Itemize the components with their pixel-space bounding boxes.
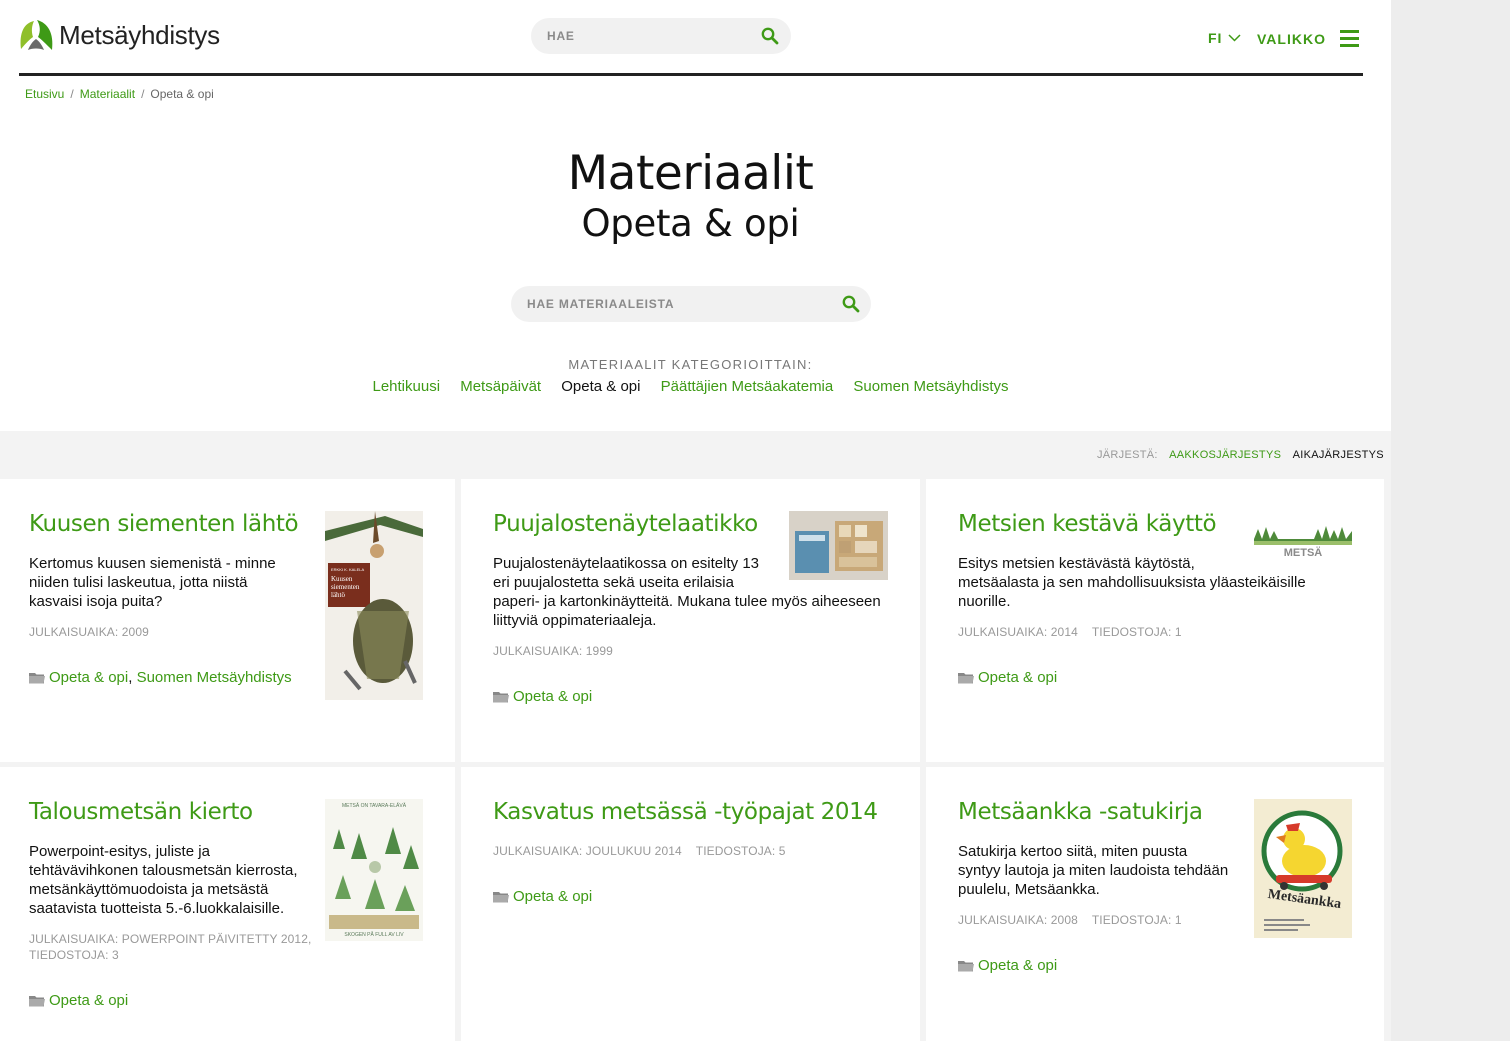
- tag-link[interactable]: Suomen Metsäyhdistys: [137, 669, 292, 686]
- book-cover-image: ERKKI K. KALELA Kuusen siementen lähtö: [325, 511, 423, 700]
- category-link-lehtikuusi[interactable]: Lehtikuusi: [372, 378, 440, 395]
- breadcrumb-link-materials[interactable]: Materiaalit: [80, 87, 135, 101]
- card-title[interactable]: Talousmetsän kierto: [29, 799, 253, 825]
- tag-link[interactable]: Opeta & opi: [513, 888, 592, 905]
- leaf-logo-icon: [20, 20, 53, 50]
- card-description: Powerpoint-esitys, juliste ja tehtävävih…: [29, 843, 298, 917]
- card-tags: Opeta & opi, Suomen Metsäyhdistys: [29, 669, 292, 686]
- card-title[interactable]: Metsien kestävä käyttö: [958, 511, 1217, 537]
- folder-icon: [493, 892, 509, 903]
- top-section: Metsäyhdistys FI VALIKKO Etusivu/Materia…: [0, 0, 1391, 431]
- card-thumbnail[interactable]: METSÄ ON TAVARA-ELÄVÄ SKOGEN PÅ FULL AV …: [325, 799, 423, 941]
- sort-label: JÄRJESTÄ:: [1097, 449, 1158, 461]
- folder-icon: [958, 673, 974, 684]
- card-thumbnail[interactable]: [789, 511, 888, 580]
- tag-link[interactable]: Opeta & opi: [978, 669, 1057, 686]
- search-icon[interactable]: [761, 27, 779, 45]
- card-thumbnail[interactable]: Metsäankka: [1254, 799, 1352, 938]
- card-meta: JULKAISUAIKA: JOULUKUU 2014 TIEDOSTOJA: 5: [493, 844, 786, 858]
- material-card: Kasvatus metsässä -työpajat 2014 JULKAIS…: [461, 767, 920, 1041]
- folder-icon: [493, 692, 509, 703]
- duck-book-cover-image: Metsäankka: [1254, 799, 1352, 938]
- card-description: Kertomus kuusen siemenistä - minne niide…: [29, 555, 276, 610]
- menu-button[interactable]: VALIKKO: [1257, 30, 1359, 47]
- sort-alphabetical[interactable]: AAKKOSJÄRJESTYS: [1169, 449, 1281, 461]
- tag-link[interactable]: Opeta & opi: [49, 992, 128, 1009]
- breadcrumb: Etusivu / Materiaalit / Opeta & opi: [25, 87, 214, 101]
- forest-banner-image: METSÄ: [1254, 517, 1352, 565]
- card-tags: Opeta & opi: [958, 669, 1057, 686]
- language-selector[interactable]: FI: [1208, 30, 1241, 46]
- card-meta: JULKAISUAIKA: 1999: [493, 644, 613, 658]
- card-description: Satukirja kertoo siitä, miten puusta syn…: [958, 843, 1229, 898]
- header-search-input[interactable]: [547, 18, 755, 54]
- card-tags: Opeta & opi: [958, 957, 1057, 974]
- card-thumbnail[interactable]: METSÄ: [1254, 517, 1352, 565]
- material-card: Talousmetsän kierto Powerpoint-esitys, j…: [0, 767, 455, 1041]
- card-title[interactable]: Puujalostenäytelaatikko: [493, 511, 758, 537]
- menu-label: VALIKKO: [1257, 30, 1326, 47]
- card-meta: JULKAISUAIKA: POWERPOINT PÄIVITETTY 2012…: [29, 932, 312, 962]
- header-search: [531, 18, 791, 54]
- svg-text:METSÄ ON TAVARA-ELÄVÄ: METSÄ ON TAVARA-ELÄVÄ: [342, 802, 407, 809]
- svg-text:SKOGEN PÅ FULL AV LIV: SKOGEN PÅ FULL AV LIV: [344, 931, 404, 938]
- svg-text:lähtö: lähtö: [331, 591, 345, 599]
- tag-link[interactable]: Opeta & opi: [49, 669, 128, 686]
- card-title[interactable]: Kasvatus metsässä -työpajat 2014: [493, 799, 878, 825]
- breadcrumb-current: Opeta & opi: [150, 87, 214, 101]
- category-link-suomen-metsayhdistys[interactable]: Suomen Metsäyhdistys: [853, 378, 1008, 395]
- card-thumbnail[interactable]: ERKKI K. KALELA Kuusen siementen lähtö: [325, 511, 423, 700]
- folder-icon: [958, 961, 974, 972]
- card-tags: Opeta & opi: [29, 992, 128, 1009]
- card-title[interactable]: Kuusen siementen lähtö: [29, 511, 299, 537]
- card-meta: JULKAISUAIKA: 2009: [29, 625, 149, 639]
- search-icon[interactable]: [842, 295, 860, 313]
- material-card: Metsien kestävä käyttö Esitys metsien ke…: [926, 479, 1384, 762]
- material-card: Kuusen siementen lähtö Kertomus kuusen s…: [0, 479, 455, 762]
- breadcrumb-link-home[interactable]: Etusivu: [25, 87, 64, 101]
- material-card: Metsäankka -satukirja Satukirja kertoo s…: [926, 767, 1384, 1041]
- card-meta: JULKAISUAIKA: 2008 TIEDOSTOJA: 1: [958, 913, 1182, 927]
- folder-icon: [29, 996, 45, 1007]
- sample-box-image: [789, 511, 888, 580]
- category-link-paattajien-metsaakatemia[interactable]: Päättäjien Metsäakatemia: [661, 378, 834, 395]
- forest-poster-image: METSÄ ON TAVARA-ELÄVÄ SKOGEN PÅ FULL AV …: [325, 799, 423, 941]
- folder-icon: [29, 673, 45, 684]
- svg-text:siementen: siementen: [331, 583, 360, 591]
- sort-chronological[interactable]: AIKAJÄRJESTYS: [1293, 449, 1384, 461]
- hamburger-icon: [1339, 30, 1359, 47]
- svg-text:METSÄ: METSÄ: [1284, 546, 1323, 559]
- language-label: FI: [1208, 30, 1223, 46]
- logo-text: Metsäyhdistys: [59, 20, 220, 50]
- header-divider: [19, 73, 1363, 76]
- categories-label: MATERIAALIT KATEGORIOITTAIN:: [568, 357, 813, 372]
- card-title[interactable]: Metsäankka -satukirja: [958, 799, 1203, 825]
- svg-text:Kuusen: Kuusen: [331, 575, 353, 583]
- materials-search: [511, 286, 871, 322]
- svg-text:ERKKI K. KALELA: ERKKI K. KALELA: [331, 567, 364, 572]
- card-tags: Opeta & opi: [493, 688, 592, 705]
- material-card: Puujalostenäytelaatikko Puujalostenäytel…: [461, 479, 920, 762]
- page: Metsäyhdistys FI VALIKKO Etusivu/Materia…: [0, 0, 1391, 1041]
- materials-search-input[interactable]: [527, 286, 815, 322]
- category-link-opeta-opi[interactable]: Opeta & opi: [561, 378, 640, 395]
- sort-bar: JÄRJESTÄ: AAKKOSJÄRJESTYS AIKAJÄRJESTYS: [1097, 449, 1384, 461]
- card-tags: Opeta & opi: [493, 888, 592, 905]
- category-link-metsapaivat[interactable]: Metsäpäivät: [460, 378, 541, 395]
- page-subtitle: Opeta & opi: [581, 202, 800, 245]
- tag-link[interactable]: Opeta & opi: [978, 957, 1057, 974]
- tag-link[interactable]: Opeta & opi: [513, 688, 592, 705]
- card-meta: JULKAISUAIKA: 2014 TIEDOSTOJA: 1: [958, 625, 1182, 639]
- category-nav: Lehtikuusi Metsäpäivät Opeta & opi Päätt…: [0, 378, 1381, 395]
- chevron-down-icon: [1228, 34, 1241, 42]
- page-title: Materiaalit: [567, 146, 814, 201]
- logo[interactable]: Metsäyhdistys: [18, 19, 220, 52]
